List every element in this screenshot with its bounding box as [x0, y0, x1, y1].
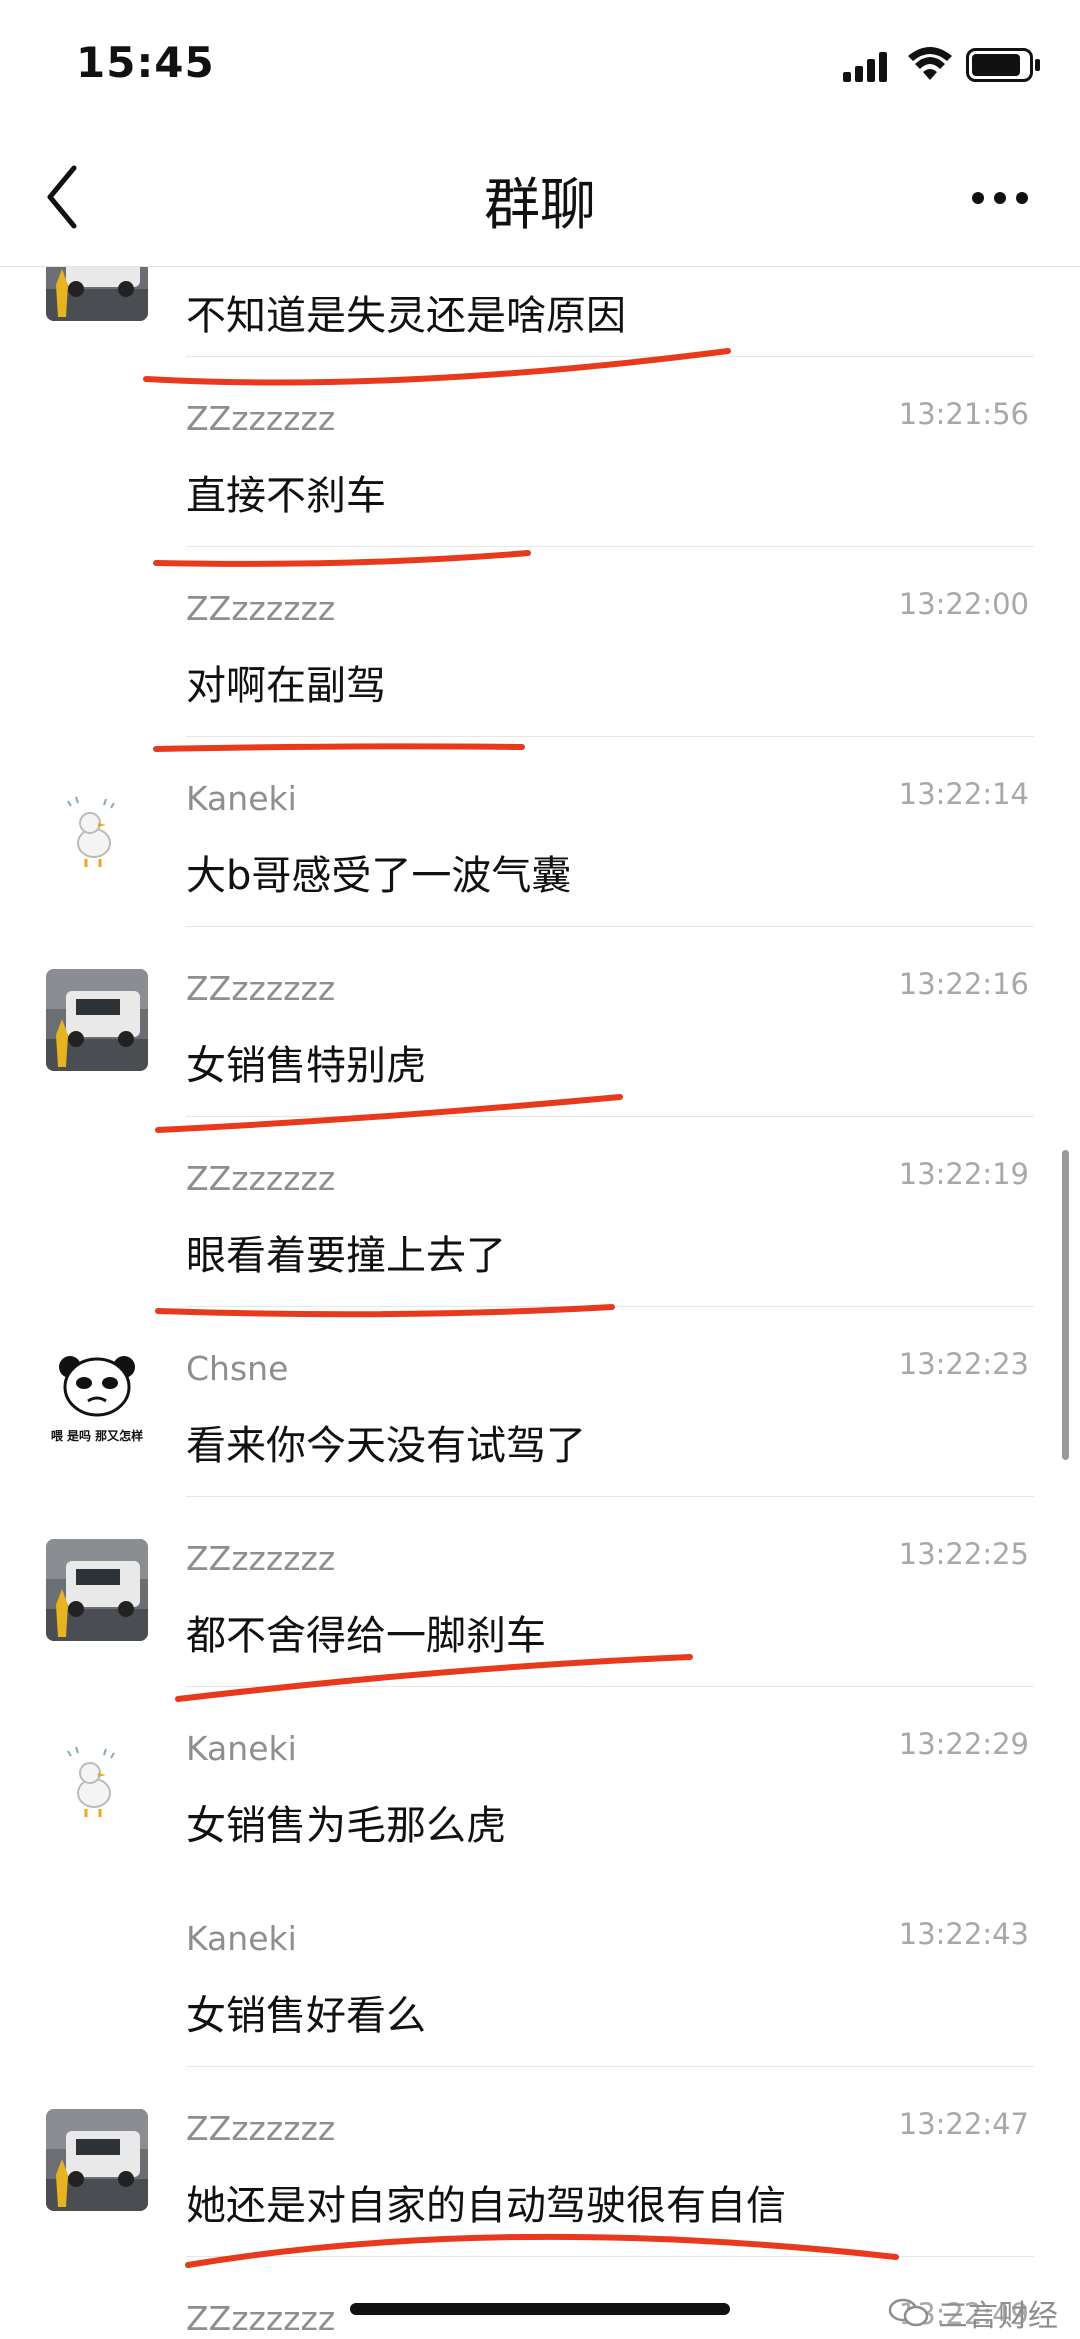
van-photo-avatar [46, 969, 148, 1071]
message-text: 不知道是失灵还是啥原因 [186, 293, 626, 339]
message-item: Kaneki 13:22:43 女销售好看么 [0, 1877, 1080, 2067]
message-time: 13:22:23 [898, 1347, 1029, 1381]
watermark: 三言财经 [888, 2291, 1058, 2335]
status-time: 15:45 [76, 38, 215, 87]
message-time: 13:22:43 [898, 1917, 1029, 1951]
message-item: ZZzzzzzz 13:22:25 都不舍得给一脚刹车 [0, 1497, 1080, 1687]
wechat-icon [888, 2298, 929, 2327]
avatar[interactable] [46, 779, 148, 881]
message-text: 女销售为毛那么虎 [186, 1803, 506, 1849]
duck-sticker-avatar [46, 779, 148, 881]
sender-name[interactable]: ZZzzzzzz [186, 1159, 335, 1198]
nav-bar: 群聊 [0, 130, 1080, 267]
avatar-caption: 喂 是吗 那又怎样 [50, 1429, 144, 1443]
message-time: 13:22:14 [898, 777, 1029, 811]
scrollbar[interactable] [1062, 1150, 1069, 1460]
message-text: 眼看着要撞上去了 [186, 1233, 506, 1279]
sender-name[interactable]: ZZzzzzzz [186, 969, 335, 1008]
sender-name[interactable]: ZZzzzzzz [186, 589, 335, 628]
message-time: 13:22:25 [898, 1537, 1029, 1571]
message-text: 看来你今天没有试驾了 [186, 1423, 586, 1469]
wifi-icon [908, 47, 952, 80]
message-item: Kaneki 13:22:14 大b哥感受了一波气囊 [0, 737, 1080, 927]
message-text: 直接不刹车 [186, 473, 386, 519]
avatar[interactable] [46, 267, 148, 321]
message-text: 女销售好看么 [186, 1993, 426, 2039]
message-text: 女销售特别虎 [186, 1043, 426, 1089]
watermark-text: 三言财经 [938, 2299, 1058, 2334]
van-photo-avatar [46, 2109, 148, 2211]
message-text: 都不舍得给一脚刹车 [186, 1613, 546, 1659]
page-title: 群聊 [484, 173, 596, 238]
sender-name[interactable]: Kaneki [186, 779, 297, 818]
message-time: 13:22:47 [898, 2107, 1029, 2141]
sender-name[interactable]: ZZzzzzzz [186, 2299, 335, 2338]
avatar[interactable] [46, 1729, 148, 1831]
sender-name[interactable]: ZZzzzzzz [186, 399, 335, 438]
message-text: 大b哥感受了一波气囊 [186, 853, 572, 899]
avatar[interactable] [46, 969, 148, 1071]
message-item: ZZzzzzzz 13:21:56 直接不刹车 [0, 357, 1080, 547]
avatar[interactable]: 喂 是吗 那又怎样 [46, 1349, 148, 1451]
battery-icon [966, 48, 1040, 82]
status-bar: 15:45 [0, 0, 1080, 130]
message-item: ZZzzzzzz 13:22:16 女销售特别虎 [0, 927, 1080, 1117]
message-item: ZZzzzzzz 13:22:00 对啊在副驾 [0, 547, 1080, 737]
avatar[interactable] [46, 1539, 148, 1641]
message-text: 对啊在副驾 [186, 663, 386, 709]
more-options-icon[interactable] [970, 190, 1030, 206]
message-item: 喂 是吗 那又怎样 Chsne 13:22:23 看来你今天没有试驾了 [0, 1307, 1080, 1497]
avatar[interactable] [46, 2109, 148, 2211]
van-photo-avatar [46, 1539, 148, 1641]
duck-sticker-avatar [46, 1729, 148, 1831]
van-photo-avatar [46, 267, 148, 321]
message-item: ZZzzzzzz 13:22:47 她还是对自家的自动驾驶很有自信 [0, 2067, 1080, 2257]
message-text: 她还是对自家的自动驾驶很有自信 [186, 2183, 786, 2229]
home-indicator[interactable] [350, 2303, 730, 2315]
message-time: 13:22:00 [898, 587, 1029, 621]
message-time: 13:22:16 [898, 967, 1029, 1001]
message-item: Kaneki 13:22:29 女销售为毛那么虎 [0, 1687, 1080, 1877]
cellular-signal-icon [843, 52, 887, 82]
sender-name[interactable]: Chsne [186, 1349, 288, 1388]
message-item: 不知道是失灵还是啥原因 [0, 267, 1080, 357]
message-time: 13:22:19 [898, 1157, 1029, 1191]
chat-message-list[interactable]: 不知道是失灵还是啥原因 ZZzzzzzz 13:21:56 直接不刹车 ZZzz… [0, 267, 1080, 2339]
sender-name[interactable]: ZZzzzzzz [186, 2109, 335, 2148]
message-item: ZZzzzzzz 13:22:19 眼看着要撞上去了 [0, 1117, 1080, 1307]
sender-name[interactable]: Kaneki [186, 1729, 297, 1768]
sender-name[interactable]: ZZzzzzzz [186, 1539, 335, 1578]
message-time: 13:22:29 [898, 1727, 1029, 1761]
message-time: 13:21:56 [898, 397, 1029, 431]
sender-name[interactable]: Kaneki [186, 1919, 297, 1958]
